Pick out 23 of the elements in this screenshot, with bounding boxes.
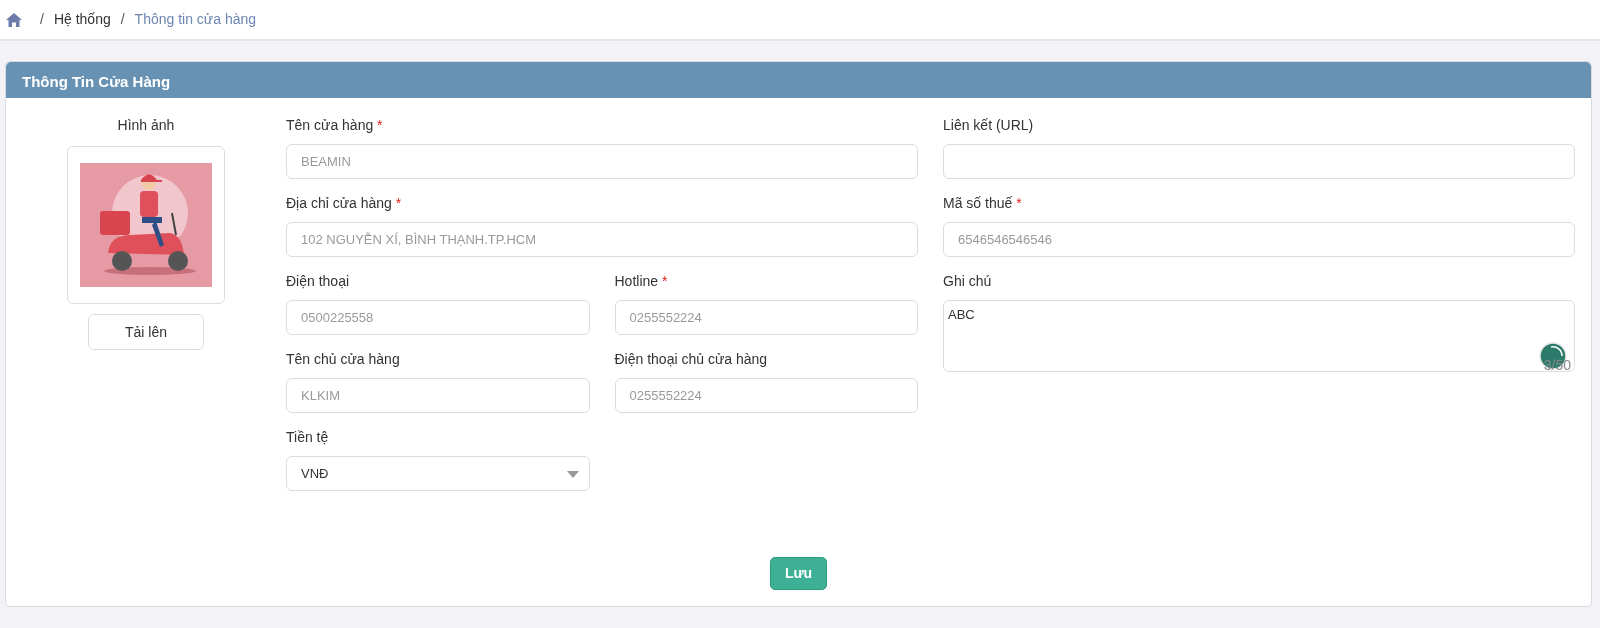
character-counter: 3/50	[1543, 356, 1571, 375]
breadcrumb-separator: /	[120, 10, 125, 29]
caret-icon	[566, 471, 579, 478]
field-label: Liên kết (URL)	[943, 116, 1034, 135]
save-button[interactable]: Lưu	[770, 557, 827, 590]
field-label: Mã số thuế *	[943, 194, 1022, 213]
field-label: Tiền tệ	[286, 428, 329, 447]
breadcrumb-separator: /	[40, 10, 44, 29]
home-icon[interactable]	[6, 12, 22, 27]
field-label: Điện thoại	[286, 272, 350, 291]
card-header: Thông Tin Cửa Hàng	[6, 62, 1591, 98]
field-label: Địa chỉ cửa hàng *	[286, 194, 402, 213]
field-label: Tên chủ cửa hàng	[286, 350, 400, 369]
upload-button[interactable]: Tải lên	[88, 314, 204, 350]
field-label: Ghi chú	[943, 272, 992, 291]
image-label: Hình ảnh	[117, 116, 175, 135]
field-label: Hotline *	[614, 272, 668, 291]
breadcrumb-item[interactable]: Hệ thống	[53, 9, 111, 30]
select-field[interactable]: VNĐ	[286, 456, 590, 491]
breadcrumb-item: Thông tin cửa hàng	[134, 10, 257, 29]
input-field[interactable]	[943, 144, 1575, 179]
field-label: Điện thoại chủ cửa hàng	[614, 350, 768, 369]
field-label: Tên cửa hàng *	[286, 116, 383, 135]
